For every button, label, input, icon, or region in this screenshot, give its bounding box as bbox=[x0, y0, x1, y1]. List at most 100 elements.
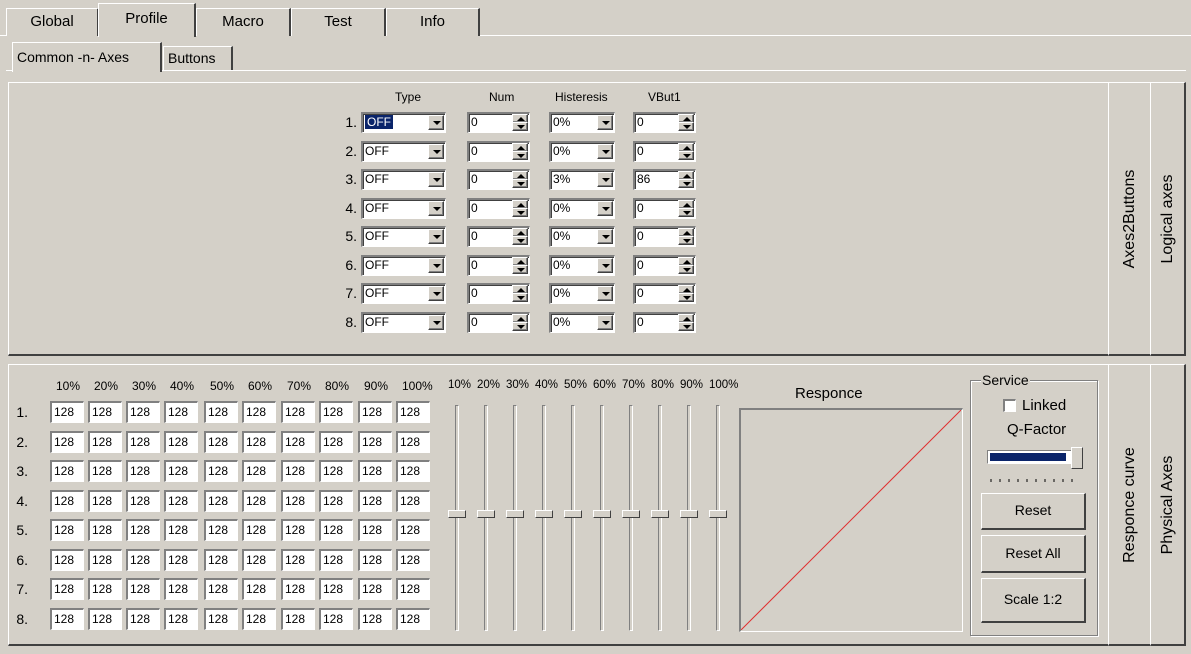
qfactor-thumb[interactable] bbox=[1071, 447, 1083, 469]
subtab-buttons[interactable]: Buttons bbox=[163, 46, 233, 70]
curve-value-input[interactable]: 128 bbox=[242, 401, 276, 423]
chevron-down-icon[interactable] bbox=[597, 314, 613, 330]
curve-value-input[interactable]: 128 bbox=[281, 460, 315, 482]
curve-value-input[interactable]: 128 bbox=[126, 607, 160, 630]
num-spinner[interactable]: 0 bbox=[467, 254, 530, 276]
histeresis-select[interactable]: 0% bbox=[549, 283, 615, 304]
curve-value-input[interactable]: 128 bbox=[319, 578, 353, 600]
histeresis-select[interactable]: 3% bbox=[549, 169, 615, 190]
curve-value-input[interactable]: 128 bbox=[50, 430, 84, 453]
num-spinner[interactable]: 0 bbox=[467, 140, 530, 162]
spin-down-icon[interactable] bbox=[678, 150, 694, 160]
slider-thumb[interactable] bbox=[622, 510, 640, 518]
chevron-down-icon[interactable] bbox=[428, 115, 444, 130]
logical-axes-tab[interactable]: Logical axes bbox=[1150, 82, 1186, 356]
spin-down-icon[interactable] bbox=[678, 207, 694, 217]
chevron-down-icon[interactable] bbox=[597, 200, 613, 216]
curve-value-input[interactable]: 128 bbox=[204, 460, 238, 482]
num-spinner[interactable]: 0 bbox=[467, 311, 530, 333]
slider-thumb[interactable] bbox=[506, 510, 524, 518]
curve-value-input[interactable]: 128 bbox=[242, 430, 276, 453]
chevron-down-icon[interactable] bbox=[597, 172, 613, 187]
curve-value-input[interactable]: 128 bbox=[242, 519, 276, 541]
physical-axes-tab[interactable]: Physical Axes bbox=[1150, 364, 1186, 646]
spin-down-icon[interactable] bbox=[678, 293, 694, 302]
curve-value-input[interactable]: 128 bbox=[50, 401, 84, 423]
num-spinner[interactable]: 0 bbox=[467, 197, 530, 219]
curve-value-input[interactable]: 128 bbox=[319, 401, 353, 423]
curve-value-input[interactable]: 128 bbox=[396, 489, 430, 512]
vbut1-spinner[interactable]: 0 bbox=[633, 283, 696, 304]
num-spinner[interactable]: 0 bbox=[467, 112, 530, 133]
curve-value-input[interactable]: 128 bbox=[164, 519, 198, 541]
spin-down-icon[interactable] bbox=[512, 293, 528, 302]
spin-down-icon[interactable] bbox=[678, 321, 694, 331]
tab-profile[interactable]: Profile bbox=[98, 3, 196, 37]
type-select[interactable]: OFF bbox=[361, 197, 446, 219]
chevron-down-icon[interactable] bbox=[428, 200, 444, 216]
reset-button[interactable]: Reset bbox=[981, 493, 1086, 530]
curve-value-input[interactable]: 128 bbox=[281, 548, 315, 571]
vbut1-spinner[interactable]: 0 bbox=[633, 226, 696, 247]
histeresis-select[interactable]: 0% bbox=[549, 112, 615, 133]
num-spinner[interactable]: 0 bbox=[467, 226, 530, 247]
curve-value-input[interactable]: 128 bbox=[396, 401, 430, 423]
curve-value-input[interactable]: 128 bbox=[281, 401, 315, 423]
curve-value-input[interactable]: 128 bbox=[242, 460, 276, 482]
curve-value-input[interactable]: 128 bbox=[204, 548, 238, 571]
type-select[interactable]: OFF bbox=[361, 226, 446, 247]
type-select[interactable]: OFF bbox=[361, 112, 446, 133]
curve-value-input[interactable]: 128 bbox=[396, 607, 430, 630]
histeresis-select[interactable]: 0% bbox=[549, 311, 615, 333]
curve-value-input[interactable]: 128 bbox=[126, 401, 160, 423]
curve-value-input[interactable]: 128 bbox=[126, 519, 160, 541]
histeresis-select[interactable]: 0% bbox=[549, 140, 615, 162]
linked-checkbox[interactable] bbox=[1003, 399, 1016, 412]
chevron-down-icon[interactable] bbox=[428, 172, 444, 187]
curve-value-input[interactable]: 128 bbox=[358, 548, 392, 571]
chevron-down-icon[interactable] bbox=[428, 286, 444, 301]
curve-value-input[interactable]: 128 bbox=[358, 578, 392, 600]
curve-value-input[interactable]: 128 bbox=[396, 460, 430, 482]
curve-value-input[interactable]: 128 bbox=[50, 460, 84, 482]
chevron-down-icon[interactable] bbox=[597, 143, 613, 159]
spin-down-icon[interactable] bbox=[512, 264, 528, 274]
spin-down-icon[interactable] bbox=[512, 207, 528, 217]
curve-value-input[interactable]: 128 bbox=[164, 548, 198, 571]
curve-value-input[interactable]: 128 bbox=[396, 578, 430, 600]
histeresis-select[interactable]: 0% bbox=[549, 226, 615, 247]
chevron-down-icon[interactable] bbox=[428, 314, 444, 330]
curve-value-input[interactable]: 128 bbox=[164, 460, 198, 482]
curve-value-input[interactable]: 128 bbox=[88, 489, 122, 512]
slider-thumb[interactable] bbox=[535, 510, 553, 518]
chevron-down-icon[interactable] bbox=[428, 143, 444, 159]
spin-down-icon[interactable] bbox=[512, 150, 528, 160]
curve-value-input[interactable]: 128 bbox=[242, 489, 276, 512]
curve-value-input[interactable]: 128 bbox=[164, 489, 198, 512]
curve-value-input[interactable]: 128 bbox=[126, 578, 160, 600]
curve-value-input[interactable]: 128 bbox=[358, 401, 392, 423]
spin-down-icon[interactable] bbox=[512, 236, 528, 245]
spin-down-icon[interactable] bbox=[678, 122, 694, 131]
curve-value-input[interactable]: 128 bbox=[50, 548, 84, 571]
curve-value-input[interactable]: 128 bbox=[164, 430, 198, 453]
vbut1-spinner[interactable]: 86 bbox=[633, 169, 696, 190]
spin-down-icon[interactable] bbox=[678, 236, 694, 245]
curve-value-input[interactable]: 128 bbox=[242, 607, 276, 630]
curve-value-input[interactable]: 128 bbox=[319, 548, 353, 571]
curve-value-input[interactable]: 128 bbox=[319, 489, 353, 512]
slider-thumb[interactable] bbox=[593, 510, 611, 518]
curve-value-input[interactable]: 128 bbox=[204, 519, 238, 541]
chevron-down-icon[interactable] bbox=[597, 229, 613, 244]
scale-button[interactable]: Scale 1:2 bbox=[981, 578, 1086, 623]
curve-value-input[interactable]: 128 bbox=[319, 607, 353, 630]
curve-value-input[interactable]: 128 bbox=[204, 607, 238, 630]
slider-thumb[interactable] bbox=[680, 510, 698, 518]
curve-value-input[interactable]: 128 bbox=[358, 460, 392, 482]
chevron-down-icon[interactable] bbox=[428, 257, 444, 273]
slider-thumb[interactable] bbox=[477, 510, 495, 518]
spin-down-icon[interactable] bbox=[512, 179, 528, 188]
curve-value-input[interactable]: 128 bbox=[164, 401, 198, 423]
curve-value-input[interactable]: 128 bbox=[358, 519, 392, 541]
chevron-down-icon[interactable] bbox=[597, 286, 613, 301]
